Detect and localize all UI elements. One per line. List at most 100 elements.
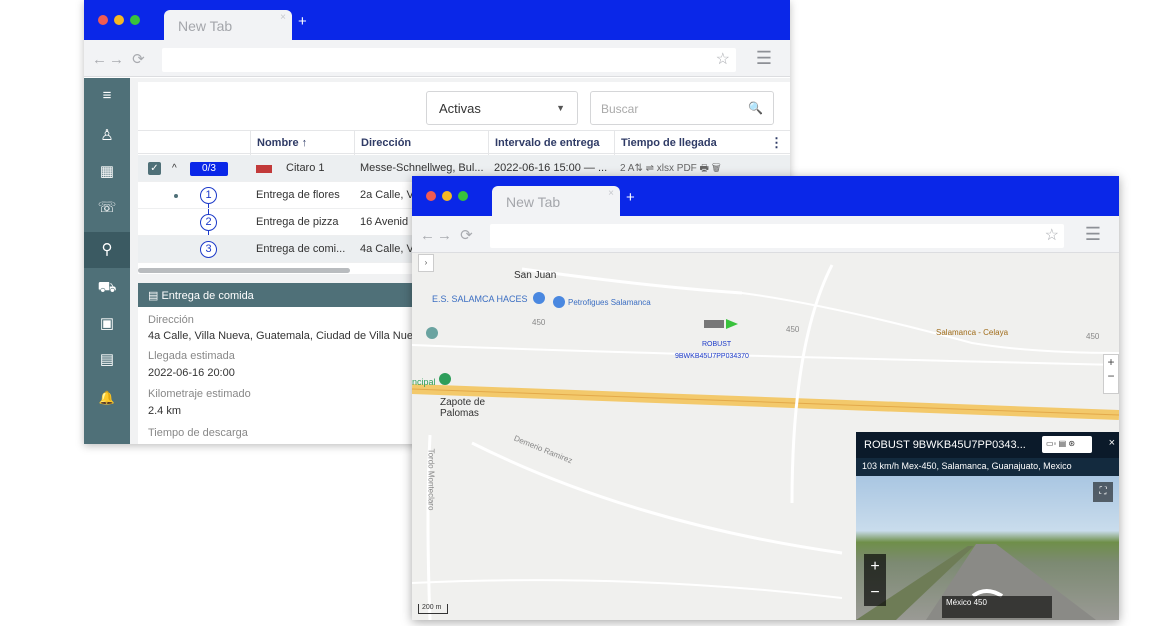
new-tab-button[interactable]: + <box>298 14 307 29</box>
column-header-direccion[interactable]: Dirección <box>354 131 488 155</box>
sidebar: ≡ ♙ ▦ ☏ ⚲ ⛟ ▣ ▤ 🔔 <box>84 78 130 444</box>
video-close-icon[interactable]: × <box>1109 437 1115 449</box>
bookmark-star-icon[interactable]: ☆ <box>716 49 730 69</box>
table-header: Nombre ↑ Dirección Intervalo de entrega … <box>138 130 790 155</box>
search-input[interactable]: Buscar 🔍 <box>590 91 774 125</box>
eta-label: Llegada estimada <box>148 350 235 362</box>
stop-name: Entrega de pizza <box>256 216 339 228</box>
close-window-button[interactable] <box>98 15 108 25</box>
phone-gear-icon[interactable]: ☏ <box>84 190 130 226</box>
vehicle-name-label: ROBUST <box>702 341 732 348</box>
fullscreen-icon[interactable]: ⛶ <box>1093 482 1113 502</box>
vehicle-id-label: 9BWKB45U7PP034370 <box>675 353 749 360</box>
road-shield-450: 450 <box>786 325 800 334</box>
address-label: Dirección <box>148 314 194 326</box>
place-municipal: ncipal <box>412 377 436 387</box>
stop-bullet <box>174 194 178 198</box>
menu-icon[interactable]: ≡ <box>84 78 130 114</box>
horizontal-scrollbar[interactable] <box>138 268 350 273</box>
street-view-zoom-in[interactable]: + <box>864 554 886 580</box>
browser-tab[interactable]: New Tab × <box>164 10 292 40</box>
message-icon[interactable]: ▤ <box>84 342 130 378</box>
user-icon[interactable]: ♙ <box>84 118 130 154</box>
back-forward-reload-icons[interactable]: ←→ ⟳ <box>92 50 147 68</box>
back-forward-reload-icons[interactable]: ←→ ⟳ <box>420 226 475 244</box>
eta-value: 2022-06-16 20:00 <box>148 367 235 379</box>
vehicle-flag-icon <box>256 165 272 173</box>
status-select-value: Activas <box>439 101 481 116</box>
map-scale: 200 m <box>418 604 448 614</box>
map-zoom-control: + − <box>1103 354 1119 394</box>
title-bar: New Tab × + <box>84 0 790 40</box>
more-options-icon[interactable]: ⋮ <box>764 131 790 155</box>
vehicle-marker-icon[interactable] <box>704 319 738 329</box>
browser-tab[interactable]: New Tab × <box>492 186 620 216</box>
browser-menu-icon[interactable]: ☰ <box>756 48 772 69</box>
nav-bar: ←→ ⟳ ☆ ☰ <box>84 40 790 77</box>
tab-title: New Tab <box>178 18 233 34</box>
street-view-zoom-out[interactable]: − <box>864 580 886 606</box>
map-zoom-out-button[interactable]: − <box>1104 369 1118 383</box>
bell-icon[interactable]: 🔔 <box>84 380 130 416</box>
road-label-salamanca-celaya: Salamanca - Celaya <box>936 328 1009 337</box>
column-header-intervalo[interactable]: Intervalo de entrega <box>488 131 614 155</box>
detail-title: Entrega de comida <box>161 290 254 302</box>
chart-icon[interactable]: ▣ <box>84 306 130 342</box>
search-placeholder: Buscar <box>601 102 639 116</box>
stop-address: 16 Avenid <box>360 216 409 228</box>
video-speed-location: 103 km/h Mex-450, Salamanca, Guanajuato,… <box>856 458 1119 476</box>
stop-number: 2 <box>200 214 217 231</box>
place-san-juan: San Juan <box>514 270 557 281</box>
status-select[interactable]: Activas ▼ <box>426 91 578 125</box>
address-bar[interactable] <box>162 48 736 72</box>
place-zapote: Zapote de Palomas <box>440 397 486 419</box>
km-value: 2.4 km <box>148 405 182 417</box>
search-icon[interactable]: 🔍 <box>748 101 763 115</box>
tab-close-icon[interactable]: × <box>280 12 286 23</box>
stop-number: 3 <box>200 241 217 258</box>
maximize-window-button[interactable] <box>458 191 468 201</box>
address-bar[interactable] <box>490 224 1064 248</box>
route-person-icon[interactable]: ⚲ <box>84 232 130 268</box>
unload-label: Tiempo de descarga <box>148 427 248 439</box>
calendar-icon[interactable]: ▦ <box>84 154 130 190</box>
vehicle-icon[interactable]: ⛟ <box>84 270 130 306</box>
minimize-window-button[interactable] <box>442 191 452 201</box>
column-header-llegada[interactable]: Tiempo de llegada <box>614 131 764 155</box>
road-shield-450: 450 <box>532 318 546 327</box>
address-value: 4a Calle, Villa Nueva, Guatemala, Ciudad… <box>148 330 425 342</box>
new-tab-button[interactable]: + <box>626 190 635 205</box>
place-gas-station: E.S. SALAMCA HACES <box>432 294 528 304</box>
row-checkbox[interactable]: ✓ <box>148 162 161 175</box>
nav-bar: ←→ ⟳ ☆ ☰ <box>412 216 1119 253</box>
road-label-tordo: Tordo Monteclaro <box>426 448 436 511</box>
map-zoom-in-button[interactable]: + <box>1104 355 1118 369</box>
close-window-button[interactable] <box>426 191 436 201</box>
road-shield-450: 450 <box>1086 332 1100 341</box>
browser-menu-icon[interactable]: ☰ <box>1085 224 1101 245</box>
stop-name: Entrega de flores <box>256 189 340 201</box>
maximize-window-button[interactable] <box>130 15 140 25</box>
stop-name: Entrega de comi... <box>256 243 346 255</box>
street-view-caption: México 450 <box>942 596 1052 618</box>
minimize-window-button[interactable] <box>114 15 124 25</box>
box-icon: ▤ <box>148 290 159 302</box>
tab-title: New Tab <box>506 194 561 210</box>
video-view-toggle[interactable]: ▭◦ ▤ ⊛ <box>1042 436 1092 453</box>
progress-badge: 0/3 <box>190 162 228 176</box>
column-header-nombre[interactable]: Nombre ↑ <box>250 131 354 155</box>
collapse-caret-icon[interactable]: ^ <box>172 155 177 182</box>
browser-window-map: New Tab × + ←→ ⟳ ☆ ☰ › San Juan E.S. SAL… <box>412 176 1119 620</box>
route-name: Citaro 1 <box>286 162 325 174</box>
place-petrofigues: Petrofigues Salamanca <box>568 298 651 307</box>
expand-panel-icon[interactable]: › <box>418 254 434 272</box>
tab-close-icon[interactable]: × <box>608 188 614 199</box>
stop-number: 1 <box>200 187 217 204</box>
video-panel: ROBUST 9BWKB45U7PP0343... ▭◦ ▤ ⊛ × 103 k… <box>856 432 1119 620</box>
stop-address: 4a Calle, V <box>360 243 414 255</box>
street-view-zoom: + − <box>864 554 886 606</box>
video-panel-title: ROBUST 9BWKB45U7PP0343... <box>864 439 1026 451</box>
bookmark-star-icon[interactable]: ☆ <box>1045 225 1059 245</box>
km-label: Kilometraje estimado <box>148 388 251 400</box>
street-view-image[interactable]: + − ⛶ México 450 <box>856 476 1119 620</box>
